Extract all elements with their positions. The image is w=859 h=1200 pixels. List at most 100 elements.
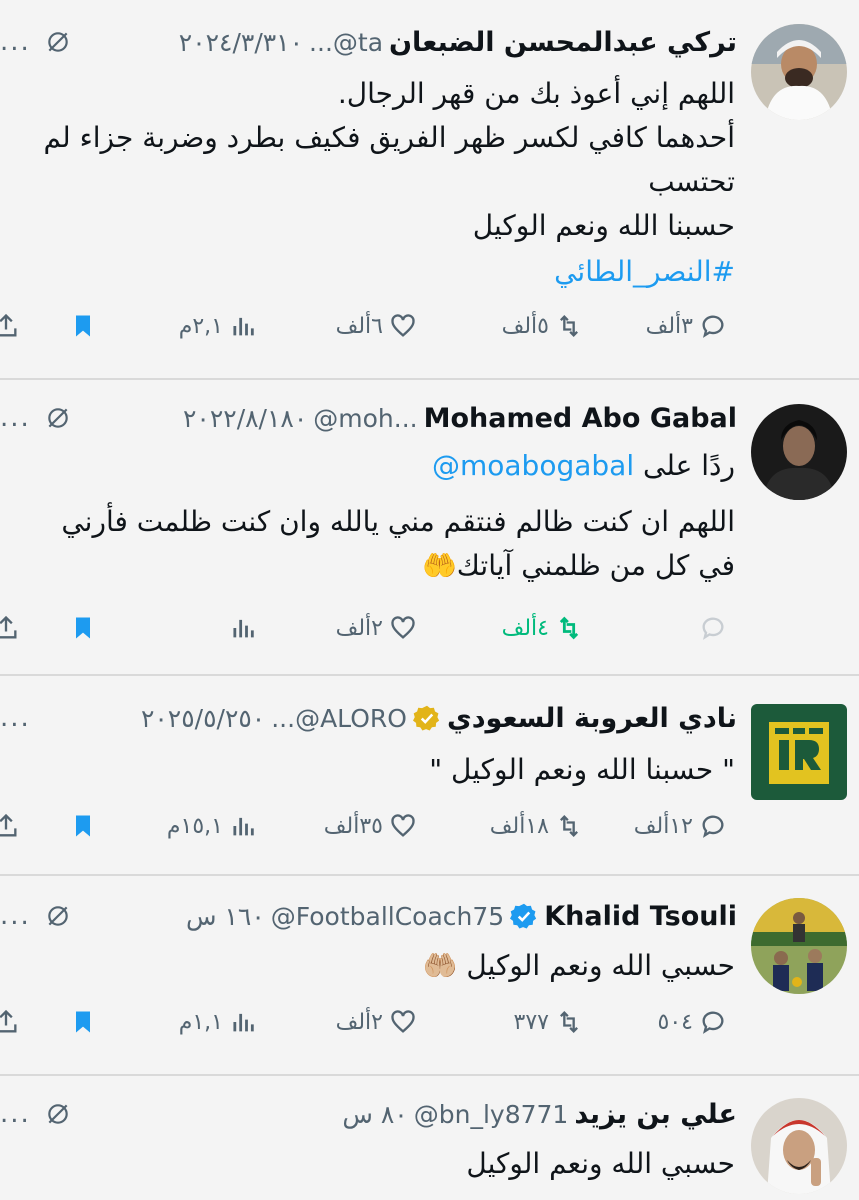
bookmark-icon: [76, 617, 90, 639]
handle[interactable]: ...@ta: [309, 28, 383, 57]
more-options-icon[interactable]: ...: [0, 27, 31, 57]
tweet-header-icons: ...: [0, 396, 71, 440]
tweet-line: حسبنا الله ونعم الوكيل: [472, 209, 735, 242]
display-name[interactable]: تركي عبدالمحسن الضبعان: [389, 27, 737, 58]
grok-icon[interactable]: [45, 903, 71, 929]
avatar[interactable]: [751, 404, 847, 500]
avatar[interactable]: [751, 1098, 847, 1194]
timeline-feed: تركي عبدالمحسن الضبعان ...@ta ٢٠٢٤/٣/٣١٠…: [0, 0, 859, 1200]
display-name[interactable]: Mohamed Abo Gabal: [424, 403, 737, 434]
tweet-header: علي بن يزيد @bn_ly8771 ٨٠ س: [342, 1092, 737, 1136]
views-count: ٢,١م: [178, 313, 223, 339]
more-options-icon[interactable]: ...: [0, 1099, 31, 1129]
like-button[interactable]: ٦ألف: [336, 306, 417, 346]
verified-badge-icon: [412, 705, 440, 731]
share-button[interactable]: [0, 806, 20, 846]
reply-button[interactable]: [699, 608, 727, 648]
heart-icon: [391, 314, 415, 337]
share-button[interactable]: [0, 1002, 20, 1042]
tweet-actions: ٣ألف ٥ألف ٦ألف ٢,١م: [0, 306, 859, 346]
like-button[interactable]: ٢ألف: [336, 1002, 417, 1042]
bookmark-button[interactable]: [69, 608, 97, 648]
tweet[interactable]: Khalid Tsouli @FootballCoach75 ١٦٠ س ...…: [0, 876, 859, 1072]
grok-icon[interactable]: [45, 405, 71, 431]
more-options-icon[interactable]: ...: [0, 703, 31, 733]
retweet-button[interactable]: ١٨ألف: [490, 806, 583, 846]
tweet-header: Khalid Tsouli @FootballCoach75 ١٦٠ س: [186, 894, 737, 938]
verified-badge-icon: [510, 903, 537, 929]
like-count: ٣٥ألف: [323, 813, 383, 839]
reply-button[interactable]: ١٢ألف: [634, 806, 727, 846]
reply-count: ٥٠٤: [657, 1009, 693, 1035]
avatar[interactable]: [751, 898, 847, 994]
timestamp[interactable]: ٢٠٢٥/٥/٢٥٠: [141, 704, 265, 733]
tweet-actions: ٥٠٤ ٣٧٧ ٢ألف ١,١م: [0, 1002, 859, 1042]
tweet-header: تركي عبدالمحسن الضبعان ...@ta ٢٠٢٤/٣/٣١٠: [179, 20, 737, 64]
reply-button[interactable]: ٥٠٤: [658, 1002, 727, 1042]
display-name[interactable]: نادي العروبة السعودي: [447, 703, 737, 734]
tweet[interactable]: Mohamed Abo Gabal @moh... ٢٠٢٢/٨/١٨٠ ...…: [0, 380, 859, 672]
reply-icon: [702, 617, 724, 640]
views-button[interactable]: ١,١م: [179, 1002, 257, 1042]
retweet-button[interactable]: ٤ألف: [502, 608, 583, 648]
views-count: ١,١م: [178, 1009, 223, 1035]
views-button[interactable]: [229, 608, 257, 648]
tweet-header: Mohamed Abo Gabal @moh... ٢٠٢٢/٨/١٨٠: [183, 396, 737, 440]
timestamp[interactable]: ٢٠٢٤/٣/٣١٠: [179, 28, 303, 57]
bookmark-icon: [76, 315, 90, 337]
views-button[interactable]: ٢,١م: [179, 306, 257, 346]
handle[interactable]: @bn_ly8771: [414, 1100, 569, 1129]
timestamp[interactable]: ٢٠٢٢/٨/١٨٠: [183, 404, 307, 433]
more-options-icon[interactable]: ...: [0, 901, 31, 931]
avatar[interactable]: [751, 704, 847, 800]
hashtag-link[interactable]: #النصر_الطائي: [554, 250, 735, 294]
avatar[interactable]: [751, 24, 847, 120]
reply-button[interactable]: ٣ألف: [646, 306, 727, 346]
tweet-header-icons: ...: [0, 20, 71, 64]
retweet-button[interactable]: ٥ألف: [502, 306, 583, 346]
tweet[interactable]: تركي عبدالمحسن الضبعان ...@ta ٢٠٢٤/٣/٣١٠…: [0, 0, 859, 378]
tweet-line: " حسبنا الله ونعم الوكيل ": [429, 753, 735, 786]
handle[interactable]: @moh...: [313, 404, 417, 433]
tweet-line: اللهم إني أعوذ بك من قهر الرجال.: [337, 77, 735, 110]
views-icon: [233, 619, 254, 638]
tweet-line: حسبي الله ونعم الوكيل: [466, 1147, 735, 1180]
like-button[interactable]: ٣٥ألف: [324, 806, 417, 846]
bookmark-icon: [76, 1011, 90, 1033]
handle[interactable]: @FootballCoach75: [271, 902, 504, 931]
views-icon: [233, 817, 254, 836]
retweet-button[interactable]: ٣٧٧: [514, 1002, 583, 1042]
tweet-actions: ٤ألف ٢ألف: [0, 608, 859, 648]
reply-icon: [702, 1011, 724, 1034]
like-button[interactable]: ٢ألف: [336, 608, 417, 648]
bookmark-button[interactable]: [69, 306, 97, 346]
timestamp[interactable]: ٨٠ س: [342, 1100, 407, 1129]
views-count: ١٥,١م: [166, 813, 223, 839]
bookmark-button[interactable]: [69, 806, 97, 846]
grok-icon[interactable]: [45, 29, 71, 55]
tweet[interactable]: علي بن يزيد @bn_ly8771 ٨٠ س ... حسبي الل…: [0, 1076, 859, 1200]
share-button[interactable]: [0, 306, 20, 346]
display-name[interactable]: علي بن يزيد: [574, 1099, 737, 1130]
grok-icon[interactable]: [45, 1101, 71, 1127]
tweet-line: حسبي الله ونعم الوكيل 🤲🏼: [422, 949, 735, 982]
display-name[interactable]: Khalid Tsouli: [544, 901, 737, 932]
bookmark-button[interactable]: [69, 1002, 97, 1042]
tweet-actions: ١٢ألف ١٨ألف ٣٥ألف ١٥,١م: [0, 806, 859, 846]
tweet[interactable]: نادي العروبة السعودي ...@ALORO ٢٠٢٥/٥/٢٥…: [0, 676, 859, 872]
retweet-icon: [560, 815, 578, 837]
tweet-header-icons: ...: [0, 1092, 71, 1136]
views-button[interactable]: ١٥,١م: [167, 806, 257, 846]
views-icon: [233, 1013, 254, 1032]
share-button[interactable]: [0, 608, 20, 648]
like-count: ٢ألف: [335, 615, 383, 641]
retweet-icon: [560, 1011, 578, 1033]
mention-link[interactable]: @moabogabal: [432, 449, 634, 482]
handle[interactable]: ...@ALORO: [271, 704, 407, 733]
more-options-icon[interactable]: ...: [0, 403, 31, 433]
like-count: ٦ألف: [335, 313, 383, 339]
retweet-count: ١٨ألف: [489, 813, 549, 839]
tweet-header-icons: ...: [0, 696, 31, 740]
timestamp[interactable]: ١٦٠ س: [186, 902, 265, 931]
tweet-line: في كل من ظلمني آياتك🤲: [421, 549, 735, 582]
